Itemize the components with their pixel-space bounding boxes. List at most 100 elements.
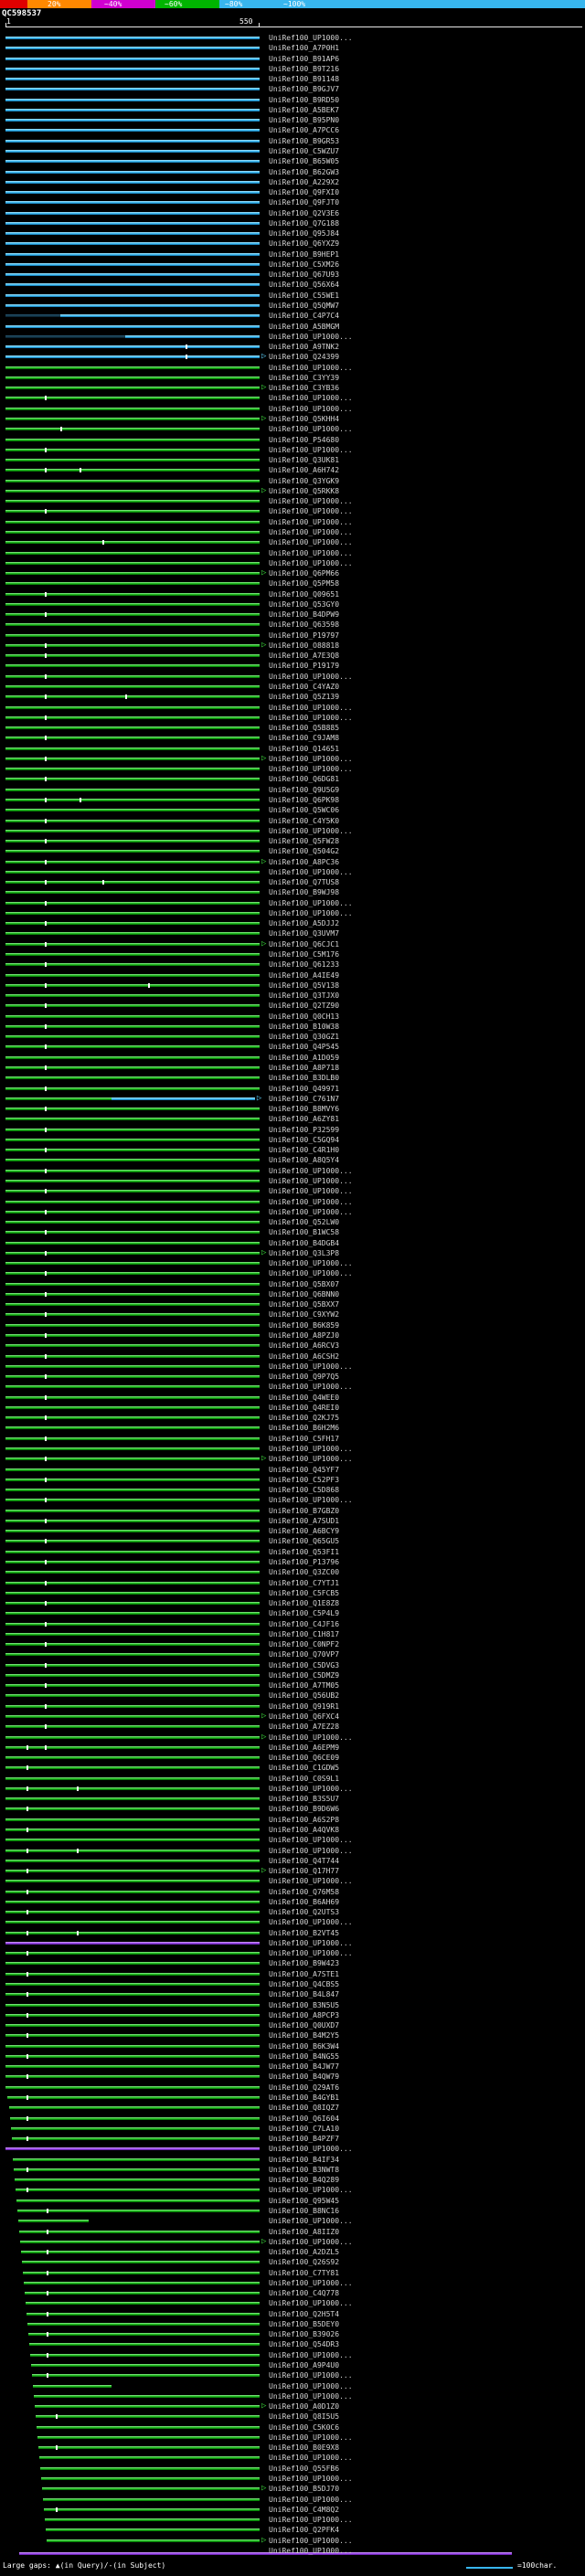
- hit-label[interactable]: UniRef100_UP1000...: [269, 2433, 353, 2443]
- hit-label[interactable]: UniRef100_Q56UB2: [269, 1691, 339, 1701]
- hit-bar[interactable]: [5, 1118, 260, 1121]
- hit-bar[interactable]: [5, 221, 260, 225]
- hit-label[interactable]: UniRef100_UP1000...: [269, 1733, 353, 1743]
- hit-label[interactable]: UniRef100_C5M176: [269, 949, 339, 959]
- hit-label[interactable]: UniRef100_C5XM26: [269, 260, 339, 270]
- hit-bar[interactable]: [5, 334, 126, 338]
- hit-label[interactable]: UniRef100_Q9FJT0: [269, 197, 339, 207]
- hit-bar[interactable]: [5, 459, 260, 462]
- hit-label[interactable]: UniRef100_A8PZJ0: [269, 1330, 339, 1341]
- hit-label[interactable]: UniRef100_UP1000...: [269, 558, 353, 568]
- hit-bar[interactable]: [5, 850, 260, 853]
- hit-label[interactable]: UniRef100_UP1000...: [269, 1835, 353, 1845]
- hit-bar[interactable]: [5, 191, 260, 195]
- hit-label[interactable]: UniRef100_B3NWT8: [269, 2165, 339, 2175]
- hit-label[interactable]: UniRef100_UP1000...: [269, 1948, 353, 1958]
- hit-bar[interactable]: [5, 1786, 260, 1790]
- hit-bar[interactable]: [5, 1870, 260, 1873]
- hit-bar[interactable]: [38, 2456, 260, 2460]
- hit-label[interactable]: UniRef100_A2DZL5: [269, 2247, 339, 2257]
- hit-label[interactable]: UniRef100_Q3ZC00: [269, 1567, 339, 1577]
- hit-label[interactable]: UniRef100_UP1000...: [269, 33, 353, 43]
- hit-label[interactable]: UniRef100_UP1000...: [269, 2370, 353, 2380]
- hit-bar[interactable]: [46, 2528, 260, 2532]
- hit-bar[interactable]: [5, 1715, 260, 1718]
- hit-label[interactable]: UniRef100_C4JF16: [269, 1619, 339, 1629]
- hit-label[interactable]: UniRef100_A9TNK2: [269, 342, 339, 352]
- hit-bar[interactable]: [5, 891, 260, 895]
- hit-bar[interactable]: [5, 1489, 260, 1492]
- hit-label[interactable]: UniRef100_UP1000...: [269, 1176, 353, 1186]
- hit-bar[interactable]: [5, 2054, 260, 2058]
- hit-label[interactable]: UniRef100_Q30GZ1: [269, 1032, 339, 1042]
- hit-bar[interactable]: [5, 1405, 260, 1409]
- hit-bar[interactable]: [5, 1828, 260, 1831]
- hit-bar[interactable]: [5, 1097, 112, 1100]
- hit-bar[interactable]: [5, 2044, 260, 2048]
- hit-label[interactable]: UniRef100_Q6DG81: [269, 774, 339, 784]
- hit-label[interactable]: UniRef100_UP1000...: [269, 2350, 353, 2360]
- hit-label[interactable]: UniRef100_UP1000...: [269, 1938, 353, 1948]
- hit-label[interactable]: UniRef100_B4DGB4: [269, 1238, 339, 1248]
- hit-label[interactable]: UniRef100_Q55FB6: [269, 2464, 339, 2474]
- hit-bar[interactable]: [5, 428, 260, 431]
- hit-bar[interactable]: [5, 530, 260, 534]
- hit-label[interactable]: UniRef100_B4GYB1: [269, 2093, 339, 2103]
- hit-bar[interactable]: [5, 387, 260, 390]
- hit-label[interactable]: UniRef100_C0S9L1: [269, 1774, 339, 1784]
- hit-label[interactable]: UniRef100_C5FH17: [269, 1434, 339, 1444]
- hit-bar[interactable]: [5, 1756, 260, 1760]
- hit-bar[interactable]: [47, 2539, 260, 2542]
- hit-bar[interactable]: [9, 2116, 260, 2120]
- hit-label[interactable]: UniRef100_UP1000...: [269, 867, 353, 877]
- hit-bar[interactable]: [5, 664, 260, 668]
- hit-bar[interactable]: [35, 2415, 260, 2419]
- hit-bar[interactable]: [5, 1849, 260, 1852]
- hit-label[interactable]: UniRef100_C7YTJ1: [269, 1578, 339, 1588]
- hit-label[interactable]: UniRef100_UP1000...: [269, 2391, 353, 2401]
- hit-label[interactable]: UniRef100_C5GQ94: [269, 1135, 339, 1145]
- hit-bar[interactable]: [5, 201, 260, 205]
- hit-label[interactable]: UniRef100_Q14651: [269, 744, 339, 754]
- hit-label[interactable]: UniRef100_Q2KJ75: [269, 1413, 339, 1423]
- hit-label[interactable]: UniRef100_Q5RKK8: [269, 486, 339, 496]
- hit-label[interactable]: UniRef100_Q63598: [269, 620, 339, 630]
- hit-bar[interactable]: [5, 78, 260, 81]
- hit-bar[interactable]: [5, 1694, 260, 1698]
- hit-bar[interactable]: [12, 2157, 260, 2161]
- hit-label[interactable]: UniRef100_C4M8Q2: [269, 2505, 339, 2515]
- hit-label[interactable]: UniRef100_A6EPM9: [269, 1743, 339, 1753]
- hit-label[interactable]: UniRef100_UP1000...: [269, 703, 353, 713]
- hit-bar[interactable]: [5, 98, 260, 101]
- hit-label[interactable]: UniRef100_B3DLB0: [269, 1073, 339, 1083]
- hit-label[interactable]: UniRef100_UP1000...: [269, 1846, 353, 1856]
- hit-bar[interactable]: [5, 1941, 260, 1945]
- hit-label[interactable]: UniRef100_Q29AT6: [269, 2083, 339, 2093]
- hit-label[interactable]: UniRef100_Q3UVM7: [269, 928, 339, 938]
- hit-bar[interactable]: [5, 2024, 260, 2028]
- hit-bar[interactable]: [5, 953, 260, 957]
- hit-bar[interactable]: [5, 541, 260, 545]
- hit-label[interactable]: UniRef100_C4YAZ0: [269, 682, 339, 692]
- hit-bar[interactable]: [5, 252, 260, 256]
- hit-label[interactable]: UniRef100_B9D6W6: [269, 1804, 339, 1814]
- hit-bar[interactable]: [5, 1509, 260, 1512]
- hit-bar[interactable]: [5, 1530, 260, 1533]
- hit-bar[interactable]: [5, 1962, 260, 1966]
- hit-bar[interactable]: [5, 1364, 260, 1368]
- hit-bar[interactable]: [27, 2322, 260, 2326]
- hit-label[interactable]: UniRef100_Q0UXD7: [269, 2020, 339, 2030]
- hit-label[interactable]: UniRef100_UP1000...: [269, 1186, 353, 1196]
- hit-label[interactable]: UniRef100_C7TY81: [269, 2268, 339, 2278]
- hit-bar[interactable]: [5, 211, 260, 215]
- hit-bar[interactable]: [5, 685, 260, 688]
- hit-bar[interactable]: [5, 1221, 260, 1224]
- hit-label[interactable]: UniRef100_Q53GY0: [269, 599, 339, 610]
- hit-label[interactable]: UniRef100_B91AP6: [269, 54, 339, 64]
- hit-bar[interactable]: [5, 582, 260, 586]
- hit-bar[interactable]: [5, 438, 260, 441]
- hit-label[interactable]: UniRef100_C1H817: [269, 1629, 339, 1639]
- hit-bar[interactable]: [5, 1880, 260, 1883]
- hit-bar[interactable]: [5, 242, 260, 246]
- hit-label[interactable]: UniRef100_A5BEK7: [269, 105, 339, 115]
